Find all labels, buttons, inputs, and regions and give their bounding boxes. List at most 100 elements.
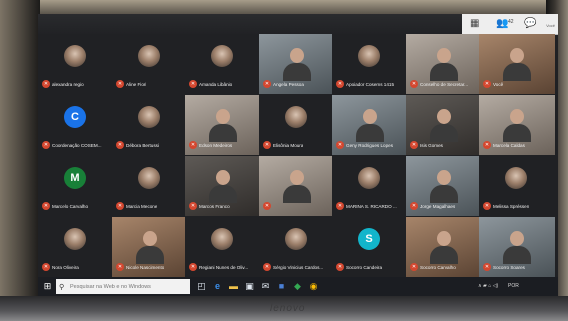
participant-tile[interactable]: ✕ Apoiador Cosems 1415 (332, 34, 408, 94)
people-icon[interactable]: 👥 (496, 18, 508, 30)
participant-tile[interactable]: ✕ Regiani Nunes de Oliv... (185, 217, 261, 277)
participant-name-row: ✕ Nicole Nascimento (116, 263, 186, 271)
mic-muted-icon: ✕ (189, 263, 197, 271)
participant-avatar (358, 45, 380, 67)
participant-name: Marcela Caldas (493, 142, 525, 148)
participant-name-row: ✕ Você (483, 80, 553, 88)
participant-tile[interactable]: ✕ Marcia Mecone (112, 156, 188, 216)
participant-video (136, 231, 164, 264)
participant-tile[interactable]: ✕ Aline Fiori (112, 34, 188, 94)
participant-avatar (138, 167, 160, 189)
participant-tile[interactable]: ✕ Conselho de Secretar... (406, 34, 482, 94)
participant-name-row: ✕ Melissa Spréssen (483, 202, 553, 210)
task-view-icon[interactable]: ◰ (196, 281, 207, 292)
participant-name: Aline Fiori (126, 81, 147, 87)
mic-muted-icon: ✕ (263, 263, 271, 271)
participant-tile[interactable]: ✕ Socorro Carvalho (406, 217, 482, 277)
participant-tile[interactable]: ✕ Marcela Caldas (479, 95, 555, 155)
participant-tile[interactable]: ✕ alexandra regio (38, 34, 114, 94)
mic-muted-icon: ✕ (263, 80, 271, 88)
participant-name-row: ✕ Geny Rodrigues Lopes (336, 141, 406, 149)
grid-view-icon[interactable]: ▦ (470, 18, 479, 30)
windows-start-icon[interactable]: ⊞ (42, 281, 53, 292)
laptop-screen: ▦ 👥 42 💬 Você ✕ alexandra regio ✕ Aline Fio… (38, 14, 558, 296)
participant-tile[interactable]: M ✕ Marcelo Carvalho (38, 156, 114, 216)
participant-tile[interactable]: ✕ Amanda Libânio (185, 34, 261, 94)
word-icon[interactable]: ■ (276, 281, 287, 292)
participant-tile[interactable]: ✕ Melissa Spréssen (479, 156, 555, 216)
mic-muted-icon: ✕ (410, 80, 418, 88)
mic-muted-icon: ✕ (189, 141, 197, 149)
chrome-icon[interactable]: ◉ (308, 281, 319, 292)
participant-video (503, 48, 531, 81)
language-indicator[interactable]: POR (508, 283, 519, 289)
search-icon: ⚲ (59, 283, 65, 291)
participant-name: Socorro Carvalho (420, 264, 456, 270)
participant-avatar: C (64, 106, 86, 128)
participant-name: Conselho de Secretar... (420, 81, 469, 87)
taskbar-search-input[interactable] (68, 283, 188, 290)
file-explorer-icon[interactable]: ▬ (228, 281, 239, 292)
participant-avatar (64, 45, 86, 67)
mic-muted-icon: ✕ (189, 202, 197, 210)
participant-avatar (285, 106, 307, 128)
taskbar-search-box[interactable]: ⚲ (56, 279, 190, 294)
participant-name-row: ✕ Amanda Libânio (189, 80, 259, 88)
participant-video (430, 231, 458, 264)
participant-avatar (138, 45, 160, 67)
participant-tile[interactable]: ✕ Geny Rodrigues Lopes (332, 95, 408, 155)
participant-tile[interactable]: ✕ Marcos Franco (185, 156, 261, 216)
participant-tile[interactable]: ✕ Nicole Nascimento (112, 217, 188, 277)
store-icon[interactable]: ▣ (244, 281, 255, 292)
photo-background-left (0, 0, 40, 321)
participant-name-row: ✕ Isis Gomes (410, 141, 480, 149)
participant-name: Elisônia Moura (273, 142, 304, 148)
participant-name-row: ✕ Apoiador Cosems 1415 (336, 80, 406, 88)
mic-muted-icon: ✕ (410, 263, 418, 271)
participant-tile[interactable]: C ✕ Coordenação COSEM... (38, 95, 114, 155)
participant-name: Nicole Nascimento (126, 264, 165, 270)
participant-name: Socorro Candeira (346, 264, 383, 270)
mail-icon[interactable]: ✉ (260, 281, 271, 292)
participant-name: Débora Bertussi (126, 142, 159, 148)
participant-video (430, 48, 458, 81)
participant-video (209, 109, 237, 142)
mic-muted-icon: ✕ (336, 141, 344, 149)
mic-muted-icon: ✕ (42, 80, 50, 88)
participant-name-row: ✕ Angela Pessoa (263, 80, 333, 88)
participant-tile[interactable]: ✕ Elisônia Moura (259, 95, 335, 155)
participant-tile[interactable]: ✕ Débora Bertussi (112, 95, 188, 155)
meet-controls-panel: ▦ 👥 42 💬 Você (462, 14, 558, 35)
participant-avatar (211, 228, 233, 250)
participant-tile[interactable]: ✕ Sérgio Vinicius Cardos... (259, 217, 335, 277)
participant-avatar: M (64, 167, 86, 189)
participant-tile[interactable]: ✕ Edson Medeiros (185, 95, 261, 155)
participant-name-row: ✕ Sérgio Vinicius Cardos... (263, 263, 333, 271)
participant-tile[interactable]: S ✕ Socorro Candeira (332, 217, 408, 277)
participant-tile[interactable]: ✕ Isis Gomes (406, 95, 482, 155)
participant-tile[interactable]: ✕ Você (479, 34, 555, 94)
participant-tile[interactable]: ✕ Socorro Soares (479, 217, 555, 277)
system-tray-icons[interactable]: ∧ ▰ ⌂ ◁) (478, 283, 498, 289)
mic-muted-icon: ✕ (42, 263, 50, 271)
participant-video (503, 231, 531, 264)
mic-muted-icon: ✕ (336, 202, 344, 210)
participant-name: Jorge Magalhaes (420, 203, 456, 209)
chat-icon[interactable]: 💬 (524, 18, 536, 30)
participant-grid: ✕ alexandra regio ✕ Aline Fiori ✕ Amanda Libâ… (38, 34, 558, 277)
participant-tile[interactable]: ✕ MARINA S. RICARDO ... (332, 156, 408, 216)
participant-tile[interactable]: ✕ Nora Oliveira (38, 217, 114, 277)
participant-tile[interactable]: ✕ (259, 156, 335, 216)
participant-tile[interactable]: ✕ Angela Pessoa (259, 34, 335, 94)
participant-name-row: ✕ MARINA S. RICARDO ... (336, 202, 406, 210)
participant-avatar (211, 45, 233, 67)
participant-avatar (505, 167, 527, 189)
participant-name: Socorro Soares (493, 264, 525, 270)
participant-tile[interactable]: ✕ Jorge Magalhaes (406, 156, 482, 216)
edge-icon[interactable]: e (212, 281, 223, 292)
participant-name-row: ✕ Conselho de Secretar... (410, 80, 480, 88)
maps-icon[interactable]: ◆ (292, 281, 303, 292)
participant-avatar (285, 228, 307, 250)
participant-name: Geny Rodrigues Lopes (346, 142, 393, 148)
participant-name: Melissa Spréssen (493, 203, 530, 209)
